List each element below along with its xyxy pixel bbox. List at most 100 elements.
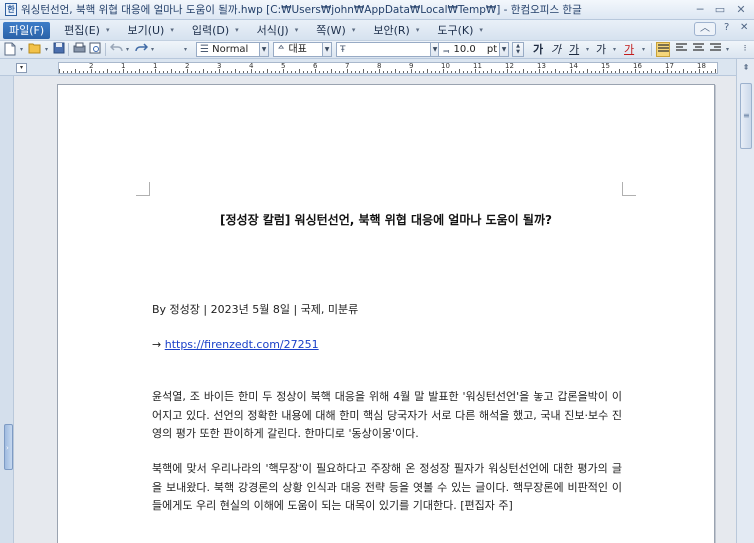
- ruler-tick: [107, 69, 108, 73]
- ruler-tick: [311, 71, 312, 73]
- menu-tools-arrow[interactable]: ▾: [479, 26, 483, 34]
- menu-security[interactable]: 보안(R): [367, 22, 415, 39]
- menu-format[interactable]: 서식(J): [251, 22, 295, 39]
- menu-format-arrow[interactable]: ▾: [295, 26, 299, 34]
- menu-edit[interactable]: 편집(E): [58, 22, 106, 39]
- ruler-tick: [383, 71, 384, 73]
- ribbon-toggle-button[interactable]: ︿: [694, 22, 716, 36]
- italic-button[interactable]: 가: [551, 42, 561, 57]
- ruler-tick: [679, 71, 680, 73]
- font-face-icon: Ŧ: [340, 45, 346, 55]
- menu-file[interactable]: 파일(F): [3, 21, 51, 39]
- toolbar-more-icon[interactable]: ⁝: [740, 42, 750, 57]
- align-dropdown-icon[interactable]: ▾: [724, 42, 731, 57]
- underline-button[interactable]: 가: [569, 42, 579, 57]
- ruler-tick: [115, 71, 116, 73]
- close-button[interactable]: ✕: [734, 3, 748, 16]
- open-folder-icon[interactable]: [28, 42, 42, 57]
- align-left-icon[interactable]: [674, 42, 688, 57]
- print-icon[interactable]: [72, 42, 86, 57]
- ruler-tick: [291, 71, 292, 73]
- align-justify-icon[interactable]: [656, 42, 670, 57]
- scroll-thumb[interactable]: ≡: [740, 83, 752, 149]
- vertical-scrollbar[interactable]: ⇞ ≡: [736, 59, 754, 543]
- new-document-icon[interactable]: [3, 42, 17, 57]
- font-face-select[interactable]: Ŧ: [336, 42, 431, 57]
- redo-icon[interactable]: [134, 42, 148, 57]
- menu-security-arrow[interactable]: ▾: [416, 26, 420, 34]
- ruler-tick: [683, 69, 684, 73]
- horizontal-ruler[interactable]: 2 1 1 2 3 4 5 6 7 8 9 10 11 12 13 14 15 16 17 18: [58, 62, 718, 74]
- font-size-spinner[interactable]: ▲ ▼: [512, 42, 524, 57]
- undo-icon[interactable]: [109, 42, 123, 57]
- strikethrough-button[interactable]: 가: [596, 42, 606, 57]
- bold-button[interactable]: 가: [533, 42, 543, 57]
- print-preview-icon[interactable]: [88, 42, 102, 57]
- ruler-tick: [579, 71, 580, 73]
- ruler-tick: [135, 71, 136, 73]
- ruler-tick: [335, 71, 336, 73]
- ruler-number: 16: [633, 62, 642, 70]
- ruler-tick: [499, 71, 500, 73]
- formatting-toolbar: ▾ ▾ ▾ ▾ ▾ ☰ Normal ▼ ᅀ 대표 ▼ Ŧ ▼ ᆿ 10.0 p…: [0, 41, 754, 59]
- style-select[interactable]: ☰ Normal: [196, 42, 260, 57]
- menu-view-arrow[interactable]: ▾: [170, 26, 174, 34]
- new-document-dropdown-icon[interactable]: ▾: [18, 42, 25, 57]
- open-dropdown-icon[interactable]: ▾: [43, 42, 50, 57]
- ruler-tick: [403, 71, 404, 73]
- side-panel-toggle[interactable]: ›: [4, 424, 13, 470]
- ruler-tick: [215, 71, 216, 73]
- help-icon[interactable]: ?: [724, 22, 729, 33]
- menu-view[interactable]: 보기(U): [121, 22, 170, 39]
- align-right-icon[interactable]: [708, 42, 722, 57]
- ruler-tick: [371, 71, 372, 73]
- menu-insert-arrow[interactable]: ▾: [235, 26, 239, 34]
- minimize-button[interactable]: ─: [693, 3, 707, 16]
- redo-dropdown-icon[interactable]: ▾: [149, 42, 156, 57]
- ruler-tick: [387, 71, 388, 73]
- ruler-tick: [83, 71, 84, 73]
- font-name-select[interactable]: ᅀ 대표: [273, 42, 323, 57]
- ruler-tick: [67, 71, 68, 73]
- font-name-select-arrow[interactable]: ▼: [323, 42, 332, 57]
- align-center-icon[interactable]: [691, 42, 705, 57]
- ruler-tick: [171, 69, 172, 73]
- scroll-top-icon[interactable]: ⇞: [740, 63, 752, 72]
- underline-dropdown-icon[interactable]: ▾: [584, 42, 591, 57]
- tab-type-selector[interactable]: ▾: [16, 63, 27, 73]
- ruler-tick: [487, 71, 488, 73]
- font-size-input[interactable]: ᆿ 10.0 pt: [438, 42, 500, 57]
- ruler-tick: [211, 71, 212, 73]
- style-select-arrow[interactable]: ▼: [260, 42, 269, 57]
- document-page[interactable]: [정성장 칼럼] 워싱턴선언, 북핵 위협 대응에 얼마나 도움이 될까? By…: [57, 84, 715, 543]
- save-icon[interactable]: [52, 42, 66, 57]
- ruler-tick: [479, 71, 480, 73]
- source-link[interactable]: https://firenzedt.com/27251: [165, 338, 319, 351]
- ruler-tick: [471, 71, 472, 73]
- ruler-tick: [523, 69, 524, 73]
- menu-page-arrow[interactable]: ▾: [352, 26, 356, 34]
- restore-button[interactable]: ▭: [713, 3, 727, 16]
- ruler-tick: [655, 71, 656, 73]
- ruler-tick: [627, 71, 628, 73]
- font-size-select-arrow[interactable]: ▼: [500, 42, 509, 57]
- menu-edit-arrow[interactable]: ▾: [106, 26, 110, 34]
- toolbar-separator: [651, 43, 652, 56]
- ruler-tick: [491, 69, 492, 73]
- ruler-tick: [687, 71, 688, 73]
- ruler-tick: [715, 69, 716, 73]
- ruler-tick: [595, 71, 596, 73]
- text-color-dropdown-icon[interactable]: ▾: [640, 42, 647, 57]
- strike-dropdown-icon[interactable]: ▾: [611, 42, 618, 57]
- menu-insert[interactable]: 입력(D): [186, 22, 235, 39]
- ruler-tick: [179, 71, 180, 73]
- more-tools-dropdown-icon[interactable]: ▾: [182, 42, 189, 57]
- undo-dropdown-icon[interactable]: ▾: [124, 42, 131, 57]
- doc-close-icon[interactable]: ✕: [740, 22, 748, 33]
- ruler-tick: [459, 69, 460, 73]
- text-color-button[interactable]: 가: [624, 42, 634, 57]
- menu-page[interactable]: 쪽(W): [310, 22, 352, 39]
- ruler-tick: [119, 71, 120, 73]
- ruler-tick: [319, 71, 320, 73]
- menu-tools[interactable]: 도구(K): [431, 22, 479, 39]
